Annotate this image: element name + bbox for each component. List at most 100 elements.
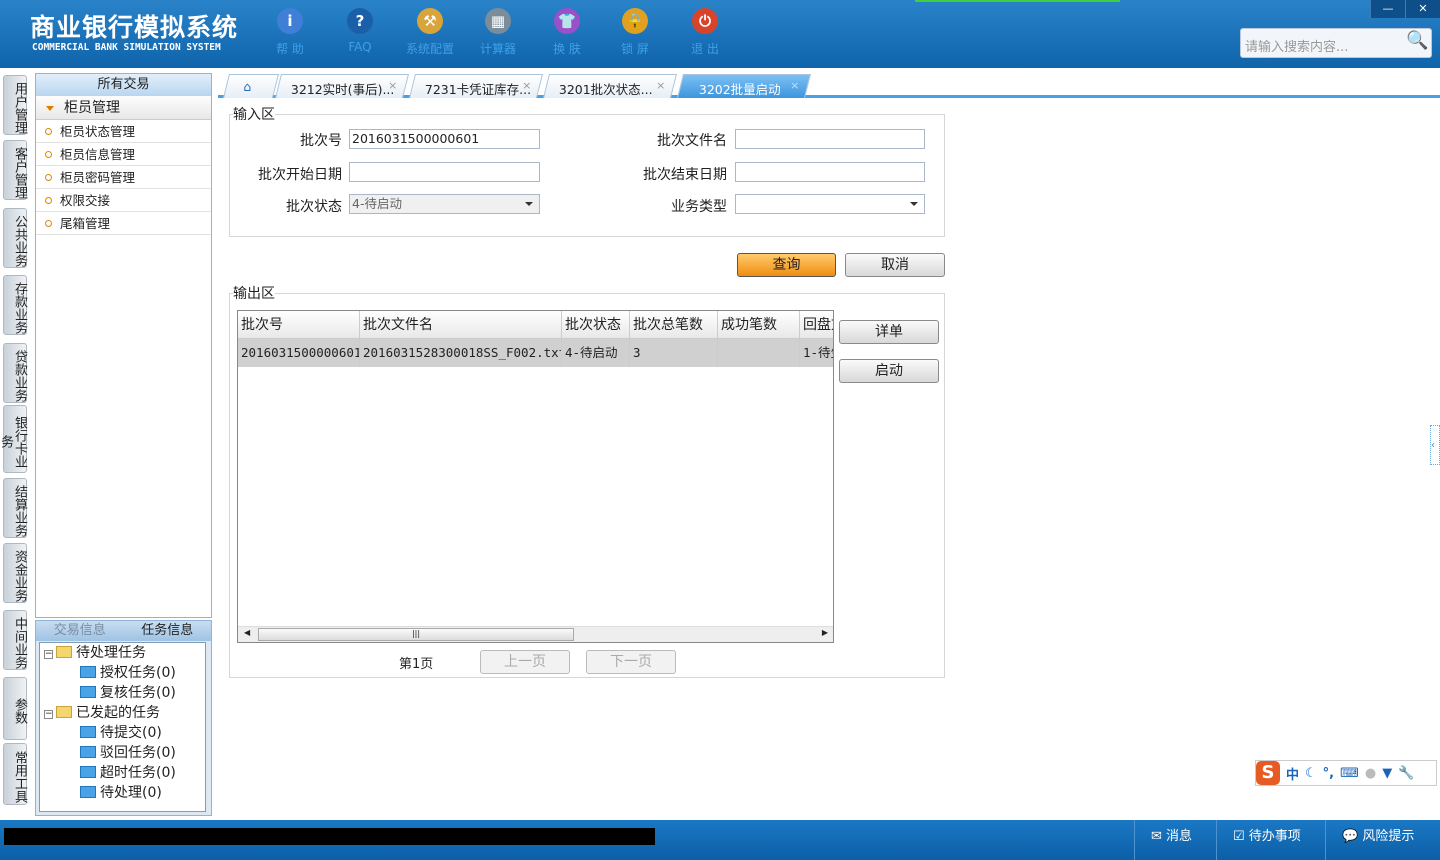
shirt-icon[interactable]: ▼ — [1382, 766, 1392, 781]
next-page-button[interactable]: 下一页 — [586, 650, 676, 674]
tab-task-info[interactable]: 任务信息 — [123, 621, 211, 641]
sidebar-item[interactable]: 尾箱管理 — [36, 212, 211, 235]
column-header[interactable]: 批次总笔数 — [630, 311, 718, 338]
toolbar-label: 锁 屏 — [621, 42, 649, 56]
module-tab[interactable]: 参数 — [3, 677, 27, 740]
power-icon: ⏻ — [692, 8, 718, 34]
end-date-field[interactable] — [735, 162, 925, 182]
tab-home[interactable]: ⌂ — [223, 74, 279, 98]
module-tab[interactable]: 公共业务 — [3, 208, 27, 268]
scrollbar-thumb[interactable]: ||| — [258, 628, 574, 641]
module-tab[interactable]: 资金业务 — [3, 543, 27, 603]
toolbar-lock-button[interactable]: 🔒 锁 屏 — [605, 8, 665, 57]
sidebar-item[interactable]: 柜员密码管理 — [36, 166, 211, 189]
start-date-field[interactable] — [349, 162, 540, 182]
sidebar-group-teller[interactable]: 柜员管理 — [36, 96, 211, 120]
table-cell: 1-待生 — [800, 339, 833, 367]
scroll-right-icon[interactable]: ▶ — [822, 628, 828, 637]
close-button[interactable]: ✕ — [1405, 0, 1440, 18]
tree-node[interactable]: 驳回任务(0) — [80, 743, 176, 763]
module-tab[interactable]: 银行卡业务 — [0, 405, 27, 473]
close-icon[interactable]: × — [388, 79, 397, 92]
horizontal-scrollbar[interactable]: ◀ ||| ▶ — [238, 626, 833, 642]
end-date-label: 批次结束日期 — [643, 167, 727, 183]
tree-node[interactable]: 待提交(0) — [80, 723, 162, 743]
tab-3202[interactable]: 3202批量启动 × — [677, 74, 811, 98]
minimize-button[interactable]: — — [1370, 0, 1405, 18]
todo-button[interactable]: ☑ 待办事项 — [1216, 820, 1324, 860]
scroll-left-icon[interactable]: ◀ — [244, 628, 250, 637]
toolbar-power-button[interactable]: ⏻ 退 出 — [675, 8, 735, 57]
tab-label: 3201批次状态... — [558, 82, 653, 97]
status-select[interactable]: 4-待启动 — [349, 194, 540, 214]
collapse-icon[interactable]: − — [44, 710, 53, 719]
sidebar-item[interactable]: 柜员状态管理 — [36, 120, 211, 143]
sogou-logo-icon[interactable]: S — [1256, 761, 1280, 785]
keyboard-icon[interactable]: ⌨ — [1340, 766, 1359, 781]
biz-type-select[interactable] — [735, 194, 925, 214]
tab-3201[interactable]: 3201批次状态... × — [543, 74, 677, 98]
prev-page-button[interactable]: 上一页 — [480, 650, 570, 674]
file-name-field[interactable] — [735, 129, 925, 149]
column-header[interactable]: 成功笔数 — [718, 311, 800, 338]
close-icon[interactable]: × — [790, 79, 799, 92]
module-tab[interactable]: 结算业务 — [3, 478, 27, 538]
punctuation-icon[interactable]: °, — [1323, 766, 1334, 781]
table-cell: 20160315283000​18SS_F002.txt — [360, 339, 562, 367]
detail-button[interactable]: 详单 — [839, 320, 939, 344]
user-icon[interactable]: ● — [1365, 766, 1376, 781]
tab-7231[interactable]: 7231卡凭证库存... × — [409, 74, 543, 98]
sidebar-title[interactable]: 所有交易 — [36, 74, 211, 96]
tree-node[interactable]: 复核任务(0) — [80, 683, 176, 703]
module-tab[interactable]: 用户管理 — [3, 75, 27, 135]
close-icon[interactable]: × — [656, 79, 665, 92]
column-header[interactable]: 批次号 — [238, 311, 360, 338]
tree-node[interactable]: − 已发起的任务 — [44, 703, 160, 723]
module-tab[interactable]: 客户管理 — [3, 140, 27, 200]
collapse-icon[interactable]: − — [44, 650, 53, 659]
tree-node[interactable]: 待处理(0) — [80, 783, 162, 803]
folder-icon — [80, 726, 96, 738]
wrench-icon[interactable]: 🔧 — [1398, 766, 1414, 781]
tree-node[interactable]: 授权任务(0) — [80, 663, 176, 683]
close-icon[interactable]: × — [522, 79, 531, 92]
module-tab[interactable]: 存款业务 — [3, 275, 27, 335]
cancel-button[interactable]: 取消 — [845, 253, 945, 277]
sidebar-item[interactable]: 柜员信息管理 — [36, 143, 211, 166]
side-collapse-handle[interactable]: ‹ — [1430, 425, 1440, 465]
tree-node[interactable]: 超时任务(0) — [80, 763, 176, 783]
batch-no-field[interactable]: 2016031500000601 — [349, 129, 540, 149]
moon-icon[interactable]: ☾ — [1305, 766, 1317, 781]
toolbar-info-button[interactable]: i 帮 助 — [260, 8, 320, 57]
query-button[interactable]: 查询 — [737, 253, 836, 277]
table-cell: 2016031500000601 — [238, 339, 360, 367]
ime-language[interactable]: 中 — [1286, 764, 1299, 783]
folder-icon — [80, 686, 96, 698]
sidebar-item[interactable]: 权限交接 — [36, 189, 211, 212]
biz-type-label: 业务类型 — [671, 199, 727, 215]
start-button[interactable]: 启动 — [839, 359, 939, 383]
tab-3212[interactable]: 3212实时(事后)... × — [275, 74, 409, 98]
search-icon[interactable]: 🔍 — [1406, 30, 1428, 51]
column-header[interactable]: 批次状态 — [562, 311, 630, 338]
column-header[interactable]: 批次文件名 — [360, 311, 562, 338]
toolbox-icon: ⚒ — [417, 8, 443, 34]
module-tab[interactable]: 常用工具 — [3, 743, 27, 805]
messages-button[interactable]: ✉ 消息 — [1134, 820, 1214, 860]
module-tab[interactable]: 中间业务 — [3, 610, 27, 670]
result-table: 批次号批次文件名批次状态批次总笔数成功笔数回盘文 201603150000060… — [237, 310, 834, 643]
toolbar-toolbox-button[interactable]: ⚒ 系统配置 — [400, 8, 460, 57]
marquee-bar — [4, 828, 655, 845]
toolbar-shirt-button[interactable]: 👕 换 肤 — [537, 8, 597, 57]
toolbar-calculator-button[interactable]: ▦ 计算器 — [468, 8, 528, 57]
toolbar-question-button[interactable]: ? FAQ — [330, 8, 390, 54]
search-input[interactable]: 请输入搜索内容... — [1240, 28, 1432, 58]
tree-node-label: 已发起的任务 — [76, 705, 160, 721]
app-header: 商业银行模拟系统 COMMERCIAL BANK SIMULATION SYST… — [0, 0, 1440, 68]
table-row[interactable]: 2016031500000601 20160315283000​18SS_F002… — [238, 339, 833, 367]
risk-alert-button[interactable]: 💬 风险提示 — [1325, 820, 1440, 860]
tree-node[interactable]: − 待处理任务 — [44, 643, 146, 663]
tab-transaction-info[interactable]: 交易信息 — [36, 621, 124, 641]
column-header[interactable]: 回盘文 — [800, 311, 833, 338]
module-tab[interactable]: 贷款业务 — [3, 343, 27, 403]
